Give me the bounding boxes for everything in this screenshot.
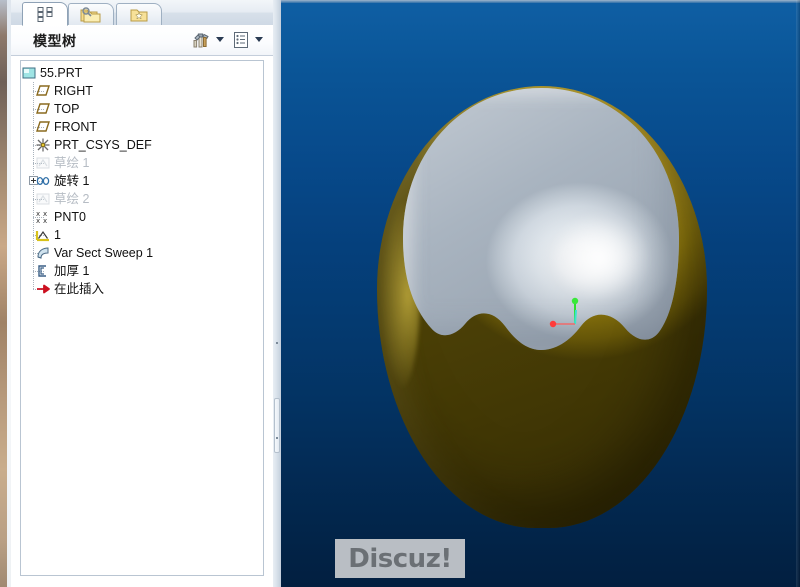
model-tree-icon <box>37 6 52 22</box>
part-icon <box>21 65 37 81</box>
watermark-text: Discuz! <box>348 543 452 574</box>
tree-item-label: 55.PRT <box>40 66 83 80</box>
tree-item-label: PNT0 <box>54 210 86 224</box>
thicken-icon <box>38 265 46 277</box>
tree-connector <box>21 208 45 226</box>
tree-item-label: 1 <box>54 228 61 242</box>
tree-connector <box>21 100 45 118</box>
tree-item--1[interactable]: 加厚 1 <box>21 262 263 280</box>
sketch-icon <box>35 191 51 207</box>
tree-item--1[interactable]: 旋转 1 <box>21 172 263 190</box>
application-window: 模型树 55.PRT RIGHT TOP FRONT PRT_CSYS_DEF … <box>0 0 800 587</box>
folder-browser-icon <box>80 7 101 23</box>
tree-item-front[interactable]: FRONT <box>21 118 263 136</box>
insert-here-icon <box>35 281 51 297</box>
datum-plane-icon <box>35 101 51 117</box>
tree-connector <box>21 82 45 100</box>
display-button[interactable] <box>230 29 252 50</box>
tree-item-label: Var Sect Sweep 1 <box>54 246 154 260</box>
discuz-watermark: Discuz! <box>335 539 465 578</box>
sketch-icon <box>35 155 51 171</box>
part-icon <box>22 67 36 79</box>
display-chevron-down-icon[interactable] <box>255 37 263 42</box>
datum-plane-icon <box>36 85 50 96</box>
tree-item-var-sect-sweep-1[interactable]: Var Sect Sweep 1 <box>21 244 263 262</box>
coordinate-system-marker[interactable] <box>545 290 597 336</box>
tree-connector <box>21 244 45 262</box>
model-tree-container[interactable]: 55.PRT RIGHT TOP FRONT PRT_CSYS_DEF 草绘 1 旋转 1 草… <box>20 60 264 576</box>
3d-graphics-area[interactable]: Discuz! <box>281 0 800 587</box>
datum-plane-icon <box>36 121 50 132</box>
csys-icon <box>36 138 50 152</box>
favorites-folder-icon <box>130 9 148 21</box>
tab-folder-browser[interactable] <box>68 3 114 25</box>
navigator-tab-strip <box>11 0 273 26</box>
tree-item-label: 旋转 1 <box>54 174 90 188</box>
thicken-icon <box>35 263 51 279</box>
viewport-top-edge <box>281 0 800 3</box>
tools-settings-icon <box>193 33 209 47</box>
datum-point-icon: xxxx <box>35 209 51 225</box>
revolve-icon <box>35 173 51 189</box>
background-window-edge-strip <box>0 0 7 587</box>
tree-item--2[interactable]: 草绘 2 <box>21 190 263 208</box>
datum-plane-icon <box>35 119 51 135</box>
page-title: 模型树 <box>33 34 77 50</box>
tree-item-label: 加厚 1 <box>54 264 90 278</box>
tree-connector <box>21 226 45 244</box>
tree-connector <box>21 280 45 298</box>
curve-icon <box>35 227 51 243</box>
tree-item-label: RIGHT <box>54 84 93 98</box>
left-navigator-panel: 模型树 55.PRT RIGHT TOP FRONT PRT_CSYS_DEF … <box>11 0 273 587</box>
tree-item-top[interactable]: TOP <box>21 100 263 118</box>
tree-item-pnt0[interactable]: x x x x PNT0 <box>21 208 263 226</box>
tree-item-1[interactable]: 1 <box>21 226 263 244</box>
tree-item-label: 草绘 1 <box>54 156 90 170</box>
tree-item-label: TOP <box>54 102 80 116</box>
tab-favorites[interactable] <box>116 3 162 25</box>
sweep-icon <box>35 245 51 261</box>
tree-item-55-prt[interactable]: 55.PRT <box>21 64 263 82</box>
tree-item--1[interactable]: 草绘 1 <box>21 154 263 172</box>
splitter-handle[interactable] <box>274 398 280 453</box>
model-tree: 55.PRT RIGHT TOP FRONT PRT_CSYS_DEF 草绘 1 旋转 1 草… <box>21 64 263 298</box>
panel-splitter[interactable] <box>273 0 281 587</box>
datum-plane-icon <box>36 103 50 114</box>
tree-connector <box>21 262 45 280</box>
csys-icon <box>35 137 51 153</box>
tree-item-prt-csys-def[interactable]: PRT_CSYS_DEF <box>21 136 263 154</box>
tree-connector <box>21 118 45 136</box>
model-tree-header-buttons <box>191 29 267 50</box>
tree-connector <box>21 154 45 172</box>
model-tree-header: 模型树 <box>11 25 273 56</box>
sketch-icon <box>36 193 50 205</box>
settings-button[interactable] <box>191 29 213 50</box>
specular-highlight <box>551 215 647 301</box>
tree-item-label: PRT_CSYS_DEF <box>54 138 152 152</box>
viewport-right-edge <box>796 0 800 587</box>
datum-plane-icon <box>35 83 51 99</box>
curve-icon <box>35 230 49 242</box>
svg-text:x: x <box>43 217 47 225</box>
splitter-grip-dot <box>276 342 278 344</box>
datum-point-icon: xxxx <box>36 210 47 225</box>
tree-connector <box>21 190 45 208</box>
tree-connector <box>21 136 45 154</box>
tree-item-label: 草绘 2 <box>54 192 90 206</box>
tree-item-label: 在此插入 <box>54 282 105 296</box>
tree-item--[interactable]: 在此插入 <box>21 280 263 298</box>
insert-here-icon <box>37 284 50 294</box>
sketch-icon <box>36 157 50 169</box>
svg-text:x: x <box>36 217 40 225</box>
splitter-grip-dot <box>276 437 278 439</box>
settings-chevron-down-icon[interactable] <box>216 37 224 42</box>
tab-model-tree[interactable] <box>22 2 68 26</box>
tree-connector <box>21 172 45 190</box>
sweep-icon <box>37 247 49 259</box>
list-display-icon <box>234 31 248 48</box>
tree-item-label: FRONT <box>54 120 98 134</box>
revolve-icon <box>36 176 50 186</box>
tree-item-right[interactable]: RIGHT <box>21 82 263 100</box>
